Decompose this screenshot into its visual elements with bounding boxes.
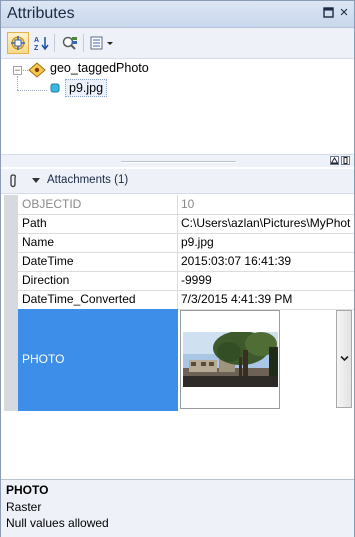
- point-layer-icon: [28, 62, 46, 78]
- row-header-bar: [4, 195, 18, 411]
- sort-az-icon: A Z: [34, 37, 49, 51]
- field-value-cell[interactable]: 7/3/2015 4:41:39 PM: [181, 290, 354, 309]
- photo-dropdown-button[interactable]: [336, 310, 352, 408]
- attribute-row[interactable]: OBJECTID 10: [18, 195, 354, 215]
- field-value-cell[interactable]: 2015:03:07 16:41:39: [181, 252, 354, 271]
- toolbar-separator: [54, 34, 55, 52]
- svg-text:Z: Z: [34, 45, 39, 51]
- field-name-cell: DateTime_Converted: [18, 290, 178, 309]
- pane-splitter[interactable]: [1, 154, 354, 167]
- attribute-row[interactable]: DateTime 2015:03:07 16:41:39: [18, 252, 354, 272]
- splitter-grip: [121, 161, 236, 163]
- pin-icon: [322, 7, 334, 18]
- close-icon: ×: [339, 4, 349, 21]
- expand-arrow-icon[interactable]: [32, 178, 40, 183]
- field-value-cell[interactable]: p9.jpg: [181, 233, 354, 252]
- photo-thumbnail: [183, 332, 278, 387]
- pin-button[interactable]: [322, 7, 334, 19]
- attachments-label: Attachments (1): [47, 174, 129, 186]
- options-menu-icon: [90, 36, 113, 50]
- field-name-cell: Name: [18, 233, 178, 252]
- description-nulls: Null values allowed: [6, 516, 109, 530]
- attribute-grid: OBJECTID 10 Path C:\Users\azlan\Pictures\My…: [4, 195, 354, 478]
- options-menu-button[interactable]: [87, 32, 117, 54]
- description-type: Raster: [6, 500, 42, 514]
- tree-collapse-toggle[interactable]: −: [13, 66, 22, 75]
- identify-layer-button[interactable]: [58, 32, 80, 54]
- tree-feature-item[interactable]: p9.jpg: [65, 79, 108, 97]
- field-name-cell: DateTime: [18, 252, 178, 271]
- restore-pane-button[interactable]: [341, 156, 350, 165]
- field-name-cell: Direction: [18, 271, 178, 290]
- attribute-row[interactable]: Direction -9999: [18, 271, 354, 291]
- field-name-cell: Path: [18, 214, 178, 233]
- attribute-row[interactable]: Path C:\Users\azlan\Pictures\MyPhot: [18, 214, 354, 234]
- toolbar: A Z: [1, 28, 354, 59]
- close-button[interactable]: ×: [338, 4, 350, 21]
- feature-icon: [50, 83, 60, 93]
- restore-pane-icon: [343, 157, 348, 164]
- attribute-row[interactable]: DateTime_Converted 7/3/2015 4:41:39 PM: [18, 290, 354, 310]
- attachments-header[interactable]: Attachments (1): [1, 169, 354, 194]
- photo-field-row[interactable]: PHOTO: [18, 309, 354, 411]
- svg-text:A: A: [34, 37, 39, 44]
- field-value-cell: 10: [181, 197, 195, 211]
- field-description-panel: PHOTO Raster Null values allowed: [1, 479, 354, 537]
- collapse-pane-button[interactable]: [330, 156, 339, 165]
- identify-layer-icon: [62, 36, 77, 50]
- sort-button[interactable]: A Z: [30, 32, 52, 54]
- description-title: PHOTO: [6, 483, 49, 497]
- chevron-down-icon: [340, 355, 349, 362]
- tree-connector: [17, 90, 47, 91]
- field-value-cell[interactable]: C:\Users\azlan\Pictures\MyPhot: [181, 214, 354, 233]
- tree-connector: [17, 76, 18, 90]
- window-title: Attributes: [7, 5, 75, 22]
- field-name-cell: PHOTO: [18, 309, 178, 411]
- paperclip-icon: [10, 174, 17, 188]
- title-bar: Attributes ×: [1, 1, 354, 28]
- list-selected-features-button[interactable]: [7, 32, 29, 54]
- attribute-row[interactable]: Name p9.jpg: [18, 233, 354, 253]
- tree-layer-item[interactable]: geo_taggedPhoto: [50, 61, 149, 75]
- collapse-up-icon: [330, 157, 339, 164]
- photo-thumbnail-cell[interactable]: [180, 310, 280, 409]
- field-name-cell: OBJECTID: [18, 195, 178, 214]
- feature-tree: − geo_taggedPhoto p9.jpg: [1, 59, 354, 154]
- selected-features-icon: [11, 36, 25, 50]
- toolbar-separator: [83, 34, 84, 52]
- attributes-window: Attributes × A Z − geo_taggedPhoto p9.jp…: [0, 0, 355, 537]
- field-value-cell[interactable]: -9999: [181, 271, 354, 290]
